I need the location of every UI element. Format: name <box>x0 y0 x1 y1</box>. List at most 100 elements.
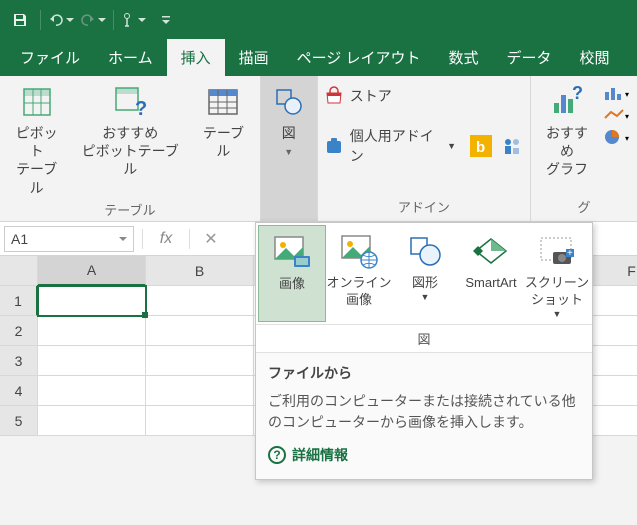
illustrations-label: 図 <box>282 124 296 142</box>
gallery-group-label: 図 <box>256 325 592 353</box>
title-bar <box>0 0 637 40</box>
ribbon: ピボット テーブル ? おすすめ ピボットテーブル テーブル テーブル 図 <box>0 76 637 222</box>
gallery-item-label: 図形 <box>412 275 438 292</box>
pivot-table-button[interactable]: ピボット テーブル <box>6 80 67 197</box>
tab-insert[interactable]: 挿入 <box>167 39 225 76</box>
gallery-item-label: 画像 <box>279 276 305 293</box>
group-addins-label: アドイン <box>398 194 450 221</box>
gallery-item-label: オンライン 画像 <box>326 275 391 309</box>
cell[interactable] <box>38 376 146 406</box>
cancel-button[interactable]: ✕ <box>198 229 224 249</box>
tab-draw[interactable]: 描画 <box>225 39 283 76</box>
tab-page-layout[interactable]: ページ レイアウト <box>283 39 435 76</box>
group-charts-label: グ <box>578 194 591 221</box>
pivot-table-label: ピボット テーブル <box>10 124 63 197</box>
recommended-pivot-label: おすすめ ピボットテーブル <box>77 124 183 179</box>
gallery-item-online-image[interactable]: オンライン 画像 <box>326 225 392 322</box>
group-illustrations: 図 ▼ <box>261 76 318 221</box>
tab-review[interactable]: 校閲 <box>566 39 624 76</box>
tab-home[interactable]: ホーム <box>94 39 167 76</box>
screenshot-icon: + <box>535 231 579 271</box>
chevron-down-icon: ▼ <box>421 292 430 304</box>
bing-maps-icon[interactable]: b <box>470 135 492 157</box>
people-graph-icon[interactable] <box>502 135 524 157</box>
svg-text:?: ? <box>572 85 583 103</box>
save-icon[interactable] <box>6 6 34 34</box>
table-button[interactable]: テーブル <box>193 80 254 160</box>
svg-text:▾: ▾ <box>625 112 629 121</box>
illustrations-button[interactable]: 図 ▼ <box>261 76 317 221</box>
store-button[interactable]: ストア <box>324 86 524 106</box>
redo-button[interactable] <box>79 6 107 34</box>
recommended-charts-label: おすすめ グラフ <box>541 124 593 179</box>
name-box[interactable]: A1 <box>4 226 134 252</box>
group-addins: ストア 個人用アドイン ▼ b アドイン <box>318 76 531 221</box>
cell[interactable] <box>38 346 146 376</box>
row-header[interactable]: 1 <box>0 286 38 316</box>
cell[interactable] <box>38 406 146 436</box>
smartart-icon <box>469 231 513 271</box>
svg-text:b: b <box>476 139 485 156</box>
shapes-icon <box>403 231 447 271</box>
chart-type-button[interactable]: ▾ <box>603 84 631 102</box>
store-label: ストア <box>350 86 392 106</box>
qat-customize-button[interactable] <box>152 6 180 34</box>
cell[interactable] <box>146 376 254 406</box>
gallery-item-shapes[interactable]: 図形 ▼ <box>392 225 458 322</box>
shapes-icon <box>271 84 307 120</box>
tooltip-body: ご利用のコンピューターまたは接続されている他のコンピューターから画像を挿入します… <box>268 391 580 433</box>
cell[interactable] <box>146 286 254 316</box>
recommended-pivot-button[interactable]: ? おすすめ ピボットテーブル <box>73 80 187 179</box>
cell[interactable] <box>38 316 146 346</box>
name-box-value: A1 <box>11 231 28 247</box>
row-header[interactable]: 3 <box>0 346 38 376</box>
tab-data[interactable]: データ <box>493 39 566 76</box>
illustrations-gallery: 画像 オンライン 画像 図形 ▼ SmartArt + スクリーン ショット <box>255 222 593 480</box>
undo-button[interactable] <box>47 6 75 34</box>
ribbon-tabs: ファイル ホーム 挿入 描画 ページ レイアウト 数式 データ 校閲 <box>0 40 637 76</box>
cell[interactable] <box>38 286 146 316</box>
column-header[interactable]: A <box>38 256 146 286</box>
group-charts: ? おすすめ グラフ ▾ ▾ ▾ グ <box>531 76 637 221</box>
tooltip-link-label: 詳細情報 <box>292 445 348 465</box>
tooltip-help-link[interactable]: ? 詳細情報 <box>268 445 580 465</box>
svg-text:?: ? <box>135 98 147 119</box>
gallery-item-label: スクリーン ショット <box>525 275 589 309</box>
touch-mode-button[interactable] <box>120 6 148 34</box>
group-tables-label: テーブル <box>104 197 155 224</box>
row-header[interactable]: 4 <box>0 376 38 406</box>
gallery-item-smartart[interactable]: SmartArt <box>458 225 524 322</box>
chart-icon: ? <box>549 84 585 120</box>
addin-icon <box>324 136 344 156</box>
chart-type-button[interactable]: ▾ <box>603 128 631 146</box>
chevron-down-icon: ▼ <box>284 148 293 157</box>
recommended-pivot-icon: ? <box>112 84 148 120</box>
chevron-down-icon: ▼ <box>553 309 562 321</box>
my-addins-label: 個人用アドイン <box>350 126 439 166</box>
gallery-item-image[interactable]: 画像 <box>258 225 326 322</box>
gallery-item-screenshot[interactable]: + スクリーン ショット ▼ <box>524 225 590 322</box>
cell[interactable] <box>146 406 254 436</box>
row-header[interactable]: 2 <box>0 316 38 346</box>
group-tables: ピボット テーブル ? おすすめ ピボットテーブル テーブル テーブル <box>0 76 261 221</box>
fx-button[interactable]: fx <box>151 230 181 248</box>
tab-formulas[interactable]: 数式 <box>434 39 492 76</box>
tab-file[interactable]: ファイル <box>6 39 94 76</box>
tooltip: ファイルから ご利用のコンピューターまたは接続されている他のコンピューターから画… <box>256 353 592 479</box>
column-header[interactable]: B <box>146 256 254 286</box>
table-icon <box>205 84 241 120</box>
my-addins-button[interactable]: 個人用アドイン ▼ b <box>324 126 524 166</box>
cell[interactable] <box>146 316 254 346</box>
chevron-down-icon: ▼ <box>447 141 456 151</box>
row-header[interactable]: 5 <box>0 406 38 436</box>
gallery-item-label: SmartArt <box>465 275 516 292</box>
select-all-corner[interactable] <box>0 256 38 286</box>
pivot-table-icon <box>19 84 55 120</box>
cell[interactable] <box>146 346 254 376</box>
recommended-charts-button[interactable]: ? おすすめ グラフ <box>537 80 597 179</box>
tooltip-title: ファイルから <box>268 363 580 383</box>
chart-type-button[interactable]: ▾ <box>603 106 631 124</box>
svg-text:+: + <box>567 248 573 259</box>
picture-icon <box>270 232 314 272</box>
svg-text:▾: ▾ <box>625 90 629 99</box>
